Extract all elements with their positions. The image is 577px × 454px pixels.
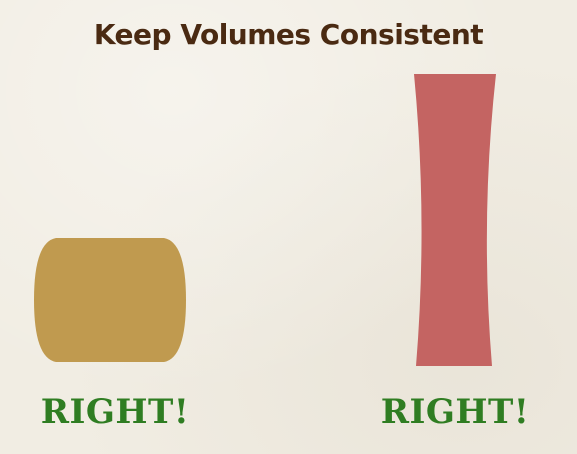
slide-title: Keep Volumes Consistent (93, 18, 484, 51)
verdict-label-left: RIGHT! (40, 392, 190, 432)
slide: Keep Volumes Consistent RIGHT! RIGHT! (0, 0, 577, 454)
verdict-label-right: RIGHT! (380, 392, 530, 432)
squashed-shape-body (34, 238, 186, 362)
stretched-shape-body (414, 74, 496, 366)
squashed-shape (34, 238, 186, 362)
stretched-shape (414, 74, 496, 366)
